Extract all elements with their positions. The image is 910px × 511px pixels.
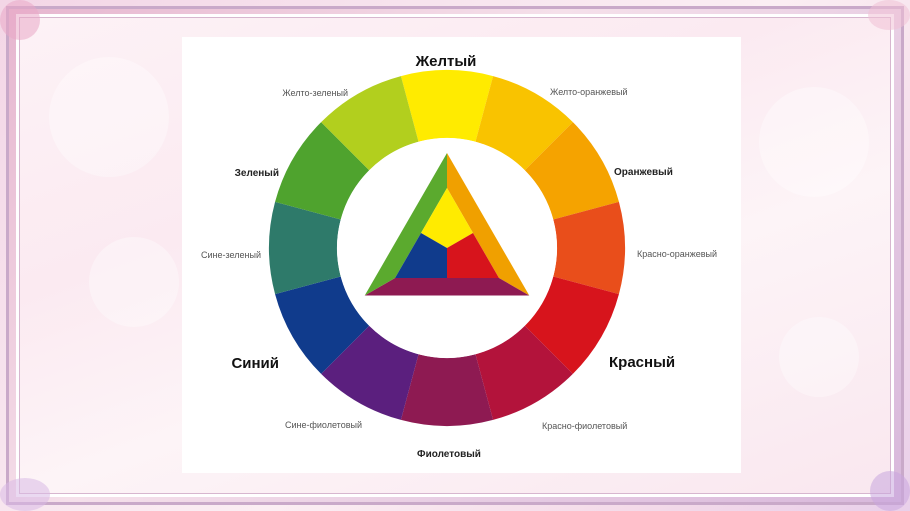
label-red-violet: Красно-фиолетовый — [542, 421, 627, 431]
label-yellow: Желтый — [415, 53, 477, 70]
label-orange: Оранжевый — [614, 167, 673, 178]
label-blue: Синий — [231, 355, 279, 372]
background-bubble — [779, 317, 859, 397]
color-wheel-diagram: Желтый Желто-оранжевый Оранжевый Красно-… — [201, 53, 717, 460]
corner-flower — [870, 471, 910, 511]
corner-flower — [868, 0, 910, 30]
label-yellow-green: Желто-зеленый — [282, 88, 348, 98]
corner-flower — [0, 478, 50, 511]
label-blue-green: Сине-зеленый — [201, 250, 261, 260]
label-blue-violet: Сине-фиолетовый — [285, 420, 362, 430]
background-bubble — [759, 87, 869, 197]
label-red-orange: Красно-оранжевый — [637, 249, 717, 259]
background-bubble — [89, 237, 179, 327]
corner-flower — [0, 0, 40, 40]
label-green: Зеленый — [235, 168, 279, 179]
color-wheel-center — [337, 138, 557, 358]
label-violet: Фиолетовый — [417, 449, 481, 460]
background-bubble — [49, 57, 169, 177]
label-red: Красный — [609, 354, 675, 371]
label-yellow-orange: Желто-оранжевый — [550, 87, 627, 97]
color-wheel-card: Желтый Желто-оранжевый Оранжевый Красно-… — [182, 37, 741, 473]
